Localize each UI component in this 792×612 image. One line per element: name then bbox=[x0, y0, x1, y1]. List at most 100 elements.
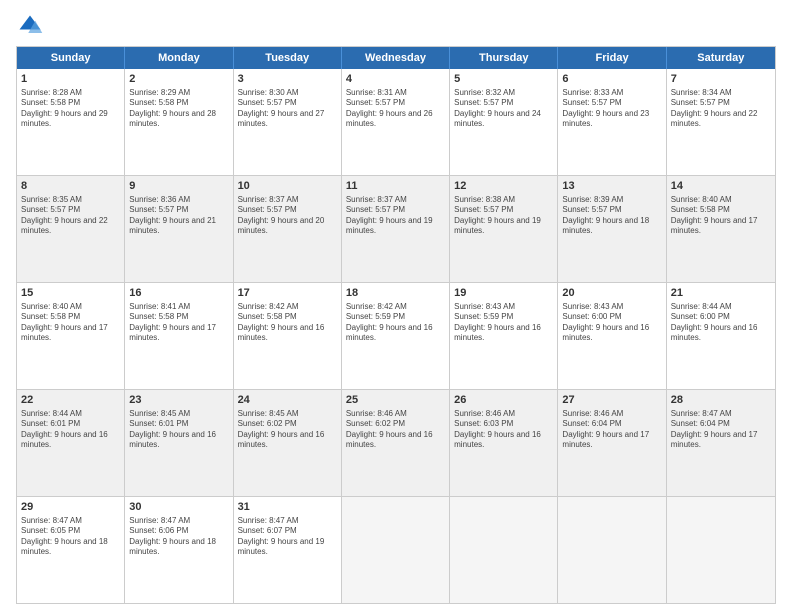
cell-info: Sunrise: 8:44 AM Sunset: 6:00 PM Dayligh… bbox=[671, 302, 771, 344]
day-number: 28 bbox=[671, 393, 771, 408]
cell-info: Sunrise: 8:35 AM Sunset: 5:57 PM Dayligh… bbox=[21, 195, 120, 237]
day-header-wednesday: Wednesday bbox=[342, 47, 450, 69]
day-number: 19 bbox=[454, 286, 553, 301]
calendar-cell: 2Sunrise: 8:29 AM Sunset: 5:58 PM Daylig… bbox=[125, 69, 233, 175]
cell-info: Sunrise: 8:28 AM Sunset: 5:58 PM Dayligh… bbox=[21, 88, 120, 130]
day-number: 21 bbox=[671, 286, 771, 301]
calendar-cell: 7Sunrise: 8:34 AM Sunset: 5:57 PM Daylig… bbox=[667, 69, 775, 175]
cell-info: Sunrise: 8:32 AM Sunset: 5:57 PM Dayligh… bbox=[454, 88, 553, 130]
day-number: 13 bbox=[562, 179, 661, 194]
page: SundayMondayTuesdayWednesdayThursdayFrid… bbox=[0, 0, 792, 612]
day-number: 27 bbox=[562, 393, 661, 408]
cell-info: Sunrise: 8:29 AM Sunset: 5:58 PM Dayligh… bbox=[129, 88, 228, 130]
cell-info: Sunrise: 8:38 AM Sunset: 5:57 PM Dayligh… bbox=[454, 195, 553, 237]
calendar-cell: 15Sunrise: 8:40 AM Sunset: 5:58 PM Dayli… bbox=[17, 283, 125, 389]
calendar-cell: 16Sunrise: 8:41 AM Sunset: 5:58 PM Dayli… bbox=[125, 283, 233, 389]
calendar-cell: 5Sunrise: 8:32 AM Sunset: 5:57 PM Daylig… bbox=[450, 69, 558, 175]
day-number: 26 bbox=[454, 393, 553, 408]
day-number: 17 bbox=[238, 286, 337, 301]
day-header-tuesday: Tuesday bbox=[234, 47, 342, 69]
day-number: 1 bbox=[21, 72, 120, 87]
cell-info: Sunrise: 8:46 AM Sunset: 6:02 PM Dayligh… bbox=[346, 409, 445, 451]
cell-info: Sunrise: 8:47 AM Sunset: 6:04 PM Dayligh… bbox=[671, 409, 771, 451]
calendar-row-4: 22Sunrise: 8:44 AM Sunset: 6:01 PM Dayli… bbox=[17, 390, 775, 497]
cell-info: Sunrise: 8:39 AM Sunset: 5:57 PM Dayligh… bbox=[562, 195, 661, 237]
calendar: SundayMondayTuesdayWednesdayThursdayFrid… bbox=[16, 46, 776, 604]
day-header-saturday: Saturday bbox=[667, 47, 775, 69]
calendar-cell: 24Sunrise: 8:45 AM Sunset: 6:02 PM Dayli… bbox=[234, 390, 342, 496]
cell-info: Sunrise: 8:33 AM Sunset: 5:57 PM Dayligh… bbox=[562, 88, 661, 130]
calendar-cell: 9Sunrise: 8:36 AM Sunset: 5:57 PM Daylig… bbox=[125, 176, 233, 282]
day-number: 11 bbox=[346, 179, 445, 194]
day-number: 10 bbox=[238, 179, 337, 194]
calendar-cell: 18Sunrise: 8:42 AM Sunset: 5:59 PM Dayli… bbox=[342, 283, 450, 389]
day-header-sunday: Sunday bbox=[17, 47, 125, 69]
calendar-cell: 27Sunrise: 8:46 AM Sunset: 6:04 PM Dayli… bbox=[558, 390, 666, 496]
calendar-cell: 28Sunrise: 8:47 AM Sunset: 6:04 PM Dayli… bbox=[667, 390, 775, 496]
cell-info: Sunrise: 8:42 AM Sunset: 5:59 PM Dayligh… bbox=[346, 302, 445, 344]
calendar-row-3: 15Sunrise: 8:40 AM Sunset: 5:58 PM Dayli… bbox=[17, 283, 775, 390]
calendar-cell: 17Sunrise: 8:42 AM Sunset: 5:58 PM Dayli… bbox=[234, 283, 342, 389]
cell-info: Sunrise: 8:36 AM Sunset: 5:57 PM Dayligh… bbox=[129, 195, 228, 237]
day-number: 3 bbox=[238, 72, 337, 87]
calendar-cell: 19Sunrise: 8:43 AM Sunset: 5:59 PM Dayli… bbox=[450, 283, 558, 389]
cell-info: Sunrise: 8:43 AM Sunset: 5:59 PM Dayligh… bbox=[454, 302, 553, 344]
calendar-cell: 1Sunrise: 8:28 AM Sunset: 5:58 PM Daylig… bbox=[17, 69, 125, 175]
calendar-cell: 12Sunrise: 8:38 AM Sunset: 5:57 PM Dayli… bbox=[450, 176, 558, 282]
day-header-friday: Friday bbox=[558, 47, 666, 69]
calendar-row-2: 8Sunrise: 8:35 AM Sunset: 5:57 PM Daylig… bbox=[17, 176, 775, 283]
day-number: 23 bbox=[129, 393, 228, 408]
calendar-row-5: 29Sunrise: 8:47 AM Sunset: 6:05 PM Dayli… bbox=[17, 497, 775, 603]
day-number: 25 bbox=[346, 393, 445, 408]
day-number: 15 bbox=[21, 286, 120, 301]
day-number: 24 bbox=[238, 393, 337, 408]
calendar-body: 1Sunrise: 8:28 AM Sunset: 5:58 PM Daylig… bbox=[17, 69, 775, 603]
calendar-cell: 30Sunrise: 8:47 AM Sunset: 6:06 PM Dayli… bbox=[125, 497, 233, 603]
day-number: 8 bbox=[21, 179, 120, 194]
calendar-cell: 20Sunrise: 8:43 AM Sunset: 6:00 PM Dayli… bbox=[558, 283, 666, 389]
cell-info: Sunrise: 8:47 AM Sunset: 6:07 PM Dayligh… bbox=[238, 516, 337, 558]
cell-info: Sunrise: 8:37 AM Sunset: 5:57 PM Dayligh… bbox=[346, 195, 445, 237]
day-number: 12 bbox=[454, 179, 553, 194]
calendar-cell: 25Sunrise: 8:46 AM Sunset: 6:02 PM Dayli… bbox=[342, 390, 450, 496]
cell-info: Sunrise: 8:47 AM Sunset: 6:06 PM Dayligh… bbox=[129, 516, 228, 558]
calendar-cell: 23Sunrise: 8:45 AM Sunset: 6:01 PM Dayli… bbox=[125, 390, 233, 496]
cell-info: Sunrise: 8:40 AM Sunset: 5:58 PM Dayligh… bbox=[21, 302, 120, 344]
day-number: 2 bbox=[129, 72, 228, 87]
logo-icon bbox=[16, 12, 44, 40]
day-number: 16 bbox=[129, 286, 228, 301]
cell-info: Sunrise: 8:45 AM Sunset: 6:01 PM Dayligh… bbox=[129, 409, 228, 451]
calendar-cell bbox=[342, 497, 450, 603]
calendar-cell: 31Sunrise: 8:47 AM Sunset: 6:07 PM Dayli… bbox=[234, 497, 342, 603]
day-header-monday: Monday bbox=[125, 47, 233, 69]
calendar-cell: 26Sunrise: 8:46 AM Sunset: 6:03 PM Dayli… bbox=[450, 390, 558, 496]
calendar-cell: 13Sunrise: 8:39 AM Sunset: 5:57 PM Dayli… bbox=[558, 176, 666, 282]
calendar-cell: 22Sunrise: 8:44 AM Sunset: 6:01 PM Dayli… bbox=[17, 390, 125, 496]
calendar-cell: 14Sunrise: 8:40 AM Sunset: 5:58 PM Dayli… bbox=[667, 176, 775, 282]
day-number: 14 bbox=[671, 179, 771, 194]
cell-info: Sunrise: 8:44 AM Sunset: 6:01 PM Dayligh… bbox=[21, 409, 120, 451]
day-number: 31 bbox=[238, 500, 337, 515]
header bbox=[16, 12, 776, 40]
cell-info: Sunrise: 8:41 AM Sunset: 5:58 PM Dayligh… bbox=[129, 302, 228, 344]
cell-info: Sunrise: 8:43 AM Sunset: 6:00 PM Dayligh… bbox=[562, 302, 661, 344]
calendar-cell bbox=[450, 497, 558, 603]
calendar-cell: 8Sunrise: 8:35 AM Sunset: 5:57 PM Daylig… bbox=[17, 176, 125, 282]
day-number: 18 bbox=[346, 286, 445, 301]
day-number: 20 bbox=[562, 286, 661, 301]
day-number: 5 bbox=[454, 72, 553, 87]
calendar-cell: 10Sunrise: 8:37 AM Sunset: 5:57 PM Dayli… bbox=[234, 176, 342, 282]
day-number: 22 bbox=[21, 393, 120, 408]
calendar-cell: 11Sunrise: 8:37 AM Sunset: 5:57 PM Dayli… bbox=[342, 176, 450, 282]
cell-info: Sunrise: 8:42 AM Sunset: 5:58 PM Dayligh… bbox=[238, 302, 337, 344]
day-number: 6 bbox=[562, 72, 661, 87]
cell-info: Sunrise: 8:47 AM Sunset: 6:05 PM Dayligh… bbox=[21, 516, 120, 558]
calendar-cell: 6Sunrise: 8:33 AM Sunset: 5:57 PM Daylig… bbox=[558, 69, 666, 175]
day-number: 9 bbox=[129, 179, 228, 194]
logo bbox=[16, 12, 48, 40]
calendar-header: SundayMondayTuesdayWednesdayThursdayFrid… bbox=[17, 47, 775, 69]
calendar-cell: 3Sunrise: 8:30 AM Sunset: 5:57 PM Daylig… bbox=[234, 69, 342, 175]
calendar-cell: 4Sunrise: 8:31 AM Sunset: 5:57 PM Daylig… bbox=[342, 69, 450, 175]
day-number: 30 bbox=[129, 500, 228, 515]
cell-info: Sunrise: 8:34 AM Sunset: 5:57 PM Dayligh… bbox=[671, 88, 771, 130]
